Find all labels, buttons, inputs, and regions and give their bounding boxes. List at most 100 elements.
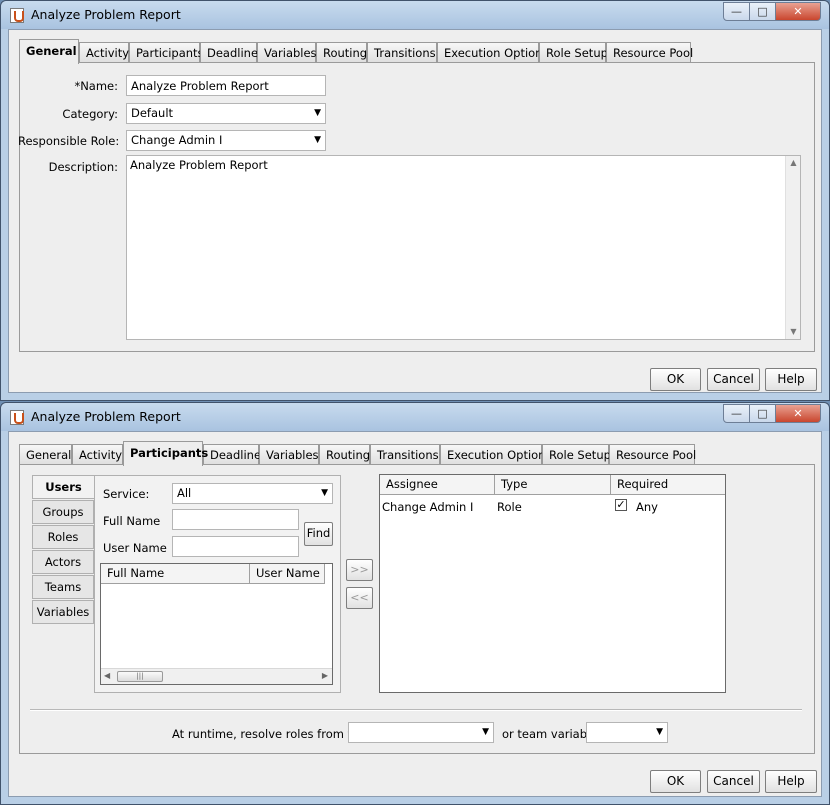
column-header-type[interactable]: Type — [495, 475, 611, 495]
tab-participants[interactable]: Participants — [129, 42, 204, 63]
column-header-assignee[interactable]: Assignee — [380, 475, 495, 495]
scroll-up-icon[interactable]: ▲ — [786, 156, 801, 170]
title-bar[interactable]: Analyze Problem Report — □ ✕ — [1, 1, 829, 29]
dialog-window-participants: Analyze Problem Report — □ ✕ General Act… — [0, 402, 830, 805]
users-table-hscrollbar[interactable]: ◀ ||| ▶ — [101, 668, 332, 684]
scroll-thumb[interactable]: ||| — [117, 671, 163, 682]
team-variable-label: or team variable — [502, 727, 598, 741]
users-table: Full Name User Name ◀ ||| ▶ — [100, 563, 333, 685]
description-scrollbar[interactable]: ▲ ▼ — [785, 156, 800, 339]
sidetab-actors[interactable]: Actors — [32, 550, 94, 574]
dropdown-arrow-icon: ▼ — [314, 135, 321, 145]
tab-routing[interactable]: Routing — [316, 42, 367, 63]
tab-variables[interactable]: Variables — [259, 444, 319, 465]
tab-deadline[interactable]: Deadline — [200, 42, 258, 63]
tab-resource-pool[interactable]: Resource Pool — [609, 444, 696, 465]
service-value: All — [177, 486, 192, 500]
scroll-left-icon[interactable]: ◀ — [104, 671, 110, 680]
required-checkbox[interactable]: ✓ — [615, 499, 627, 511]
dropdown-arrow-icon: ▼ — [656, 727, 663, 737]
type-cell: Role — [497, 500, 522, 514]
tab-execution-options[interactable]: Execution Options — [437, 42, 548, 63]
description-textarea[interactable]: Analyze Problem Report ▲ ▼ — [126, 155, 801, 340]
general-panel: *Name: Analyze Problem Report Category: … — [18, 62, 815, 352]
maximize-icon[interactable]: □ — [749, 2, 776, 21]
responsible-role-label: Responsible Role: — [18, 134, 120, 148]
tab-participants[interactable]: Participants — [123, 441, 208, 466]
close-icon[interactable]: ✕ — [775, 404, 821, 423]
dropdown-arrow-icon: ▼ — [314, 108, 321, 118]
separator — [30, 709, 802, 711]
responsible-role-select[interactable]: Change Admin I ▼ — [126, 130, 326, 151]
dropdown-arrow-icon: ▼ — [321, 488, 328, 498]
add-assignee-button[interactable]: >> — [346, 559, 373, 581]
tab-transitions[interactable]: Transitions — [370, 444, 440, 465]
full-name-field[interactable] — [172, 509, 299, 530]
user-name-label: User Name — [103, 541, 167, 555]
cancel-button[interactable]: Cancel — [707, 770, 760, 793]
service-label: Service: — [103, 487, 150, 501]
tab-routing[interactable]: Routing — [319, 444, 370, 465]
tab-role-setup[interactable]: Role Setup — [539, 42, 608, 63]
column-header-required[interactable]: Required — [611, 475, 725, 495]
window-title: Analyze Problem Report — [31, 7, 181, 22]
dialog-content: General Activity Participants Deadline V… — [8, 431, 822, 797]
close-icon[interactable]: ✕ — [775, 2, 821, 21]
minimize-icon[interactable]: — — [723, 2, 750, 21]
ok-button[interactable]: OK — [650, 368, 701, 391]
team-select[interactable]: ▼ — [348, 722, 494, 743]
cancel-button[interactable]: Cancel — [707, 368, 760, 391]
find-button[interactable]: Find — [304, 522, 333, 546]
dialog-window-general: Analyze Problem Report — □ ✕ General Act… — [0, 0, 830, 401]
scroll-down-icon[interactable]: ▼ — [786, 325, 801, 339]
assignee-cell: Change Admin I — [382, 500, 474, 514]
window-title: Analyze Problem Report — [31, 409, 181, 424]
tab-activity[interactable]: Activity — [79, 42, 129, 63]
tab-general[interactable]: General — [19, 444, 72, 465]
category-value: Default — [131, 106, 174, 120]
table-row[interactable]: Change Admin I Role ✓ Any — [380, 496, 725, 516]
sidetab-teams[interactable]: Teams — [32, 575, 94, 599]
help-button[interactable]: Help — [765, 368, 817, 391]
sidetab-roles[interactable]: Roles — [32, 525, 94, 549]
user-name-field[interactable] — [172, 536, 299, 557]
java-app-icon — [10, 410, 24, 425]
category-select[interactable]: Default ▼ — [126, 103, 326, 124]
description-text: Analyze Problem Report — [130, 158, 268, 172]
title-bar[interactable]: Analyze Problem Report — □ ✕ — [1, 403, 829, 431]
sidetab-users[interactable]: Users — [32, 475, 94, 499]
tab-role-setup[interactable]: Role Setup — [542, 444, 611, 465]
column-header-full-name[interactable]: Full Name — [101, 564, 250, 584]
tab-transitions[interactable]: Transitions — [367, 42, 437, 63]
tab-variables[interactable]: Variables — [257, 42, 317, 63]
scroll-right-icon[interactable]: ▶ — [322, 671, 328, 680]
full-name-label: Full Name — [103, 514, 161, 528]
dropdown-arrow-icon: ▼ — [482, 727, 489, 737]
users-search-panel: Service: All ▼ Full Name User Name Find … — [94, 475, 341, 693]
tab-activity[interactable]: Activity — [72, 444, 123, 465]
help-button[interactable]: Help — [765, 770, 817, 793]
ok-button[interactable]: OK — [650, 770, 701, 793]
description-label: Description: — [48, 160, 118, 174]
tab-execution-options[interactable]: Execution Options — [440, 444, 551, 465]
sidetab-variables[interactable]: Variables — [32, 600, 94, 624]
category-label: Category: — [62, 107, 118, 121]
column-header-user-name[interactable]: User Name — [250, 564, 325, 584]
runtime-team-label: At runtime, resolve roles from team — [172, 727, 378, 741]
java-app-icon — [10, 8, 24, 23]
team-variable-select[interactable]: ▼ — [586, 722, 668, 743]
service-select[interactable]: All ▼ — [172, 483, 333, 504]
assignees-table: Assignee Type Required Change Admin I Ro… — [379, 474, 726, 693]
dialog-content: General Activity Participants Deadline V… — [8, 29, 822, 393]
minimize-icon[interactable]: — — [723, 404, 750, 423]
tab-resource-pool[interactable]: Resource Pool — [606, 42, 693, 63]
participant-type-tabs: Users Groups Roles Actors Teams Variable… — [32, 475, 94, 625]
required-cell: Any — [636, 500, 658, 514]
name-field[interactable]: Analyze Problem Report — [126, 75, 326, 96]
participants-panel: Users Groups Roles Actors Teams Variable… — [19, 464, 815, 754]
remove-assignee-button[interactable]: << — [346, 587, 373, 609]
tab-general[interactable]: General — [19, 39, 79, 64]
tab-deadline[interactable]: Deadline — [203, 444, 261, 465]
sidetab-groups[interactable]: Groups — [32, 500, 94, 524]
maximize-icon[interactable]: □ — [749, 404, 776, 423]
